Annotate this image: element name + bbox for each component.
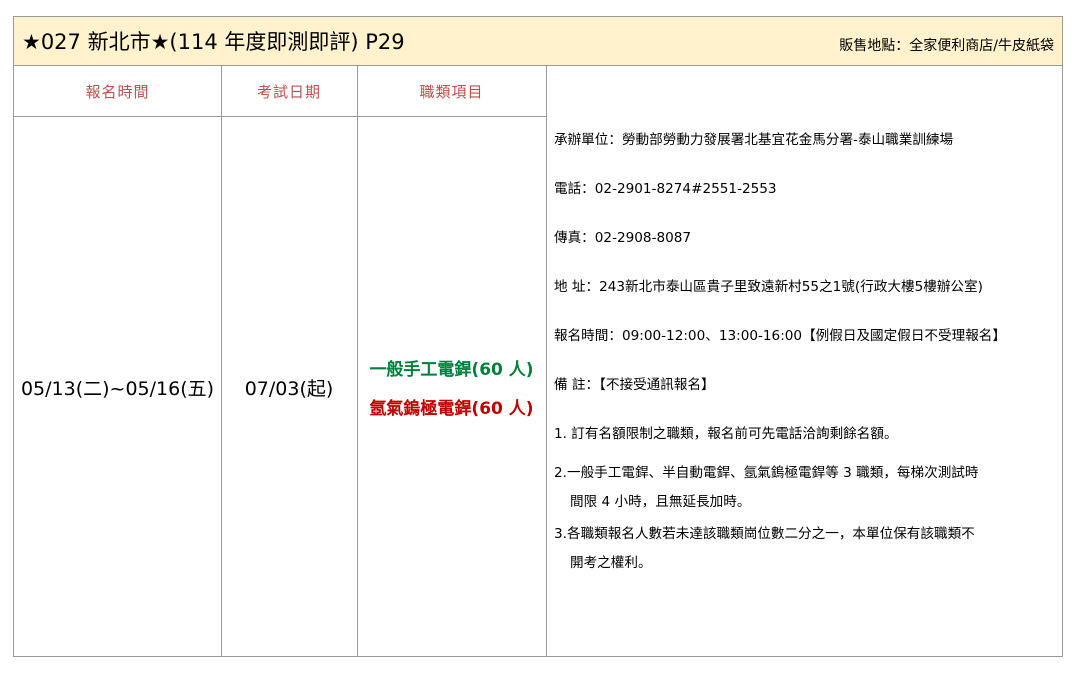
- job-items-cell: 一般手工電銲(60 人) 氬氣鎢極電銲(60 人): [357, 117, 546, 657]
- address: 地 址：243新北市泰山區貴子里致遠新村55之1號(行政大樓5樓辦公室): [554, 279, 983, 295]
- note-2-continued: 間限 4 小時，且無延長加時。: [570, 494, 751, 510]
- exam-date-cell: 07/03(起): [221, 117, 357, 657]
- register-period-cell: 05/13(二)~05/16(五): [14, 117, 221, 657]
- organizer: 承辦單位：勞動部勞動力發展署北基宜花金馬分署-泰山職業訓練場: [554, 132, 954, 148]
- job-item: 一般手工電銲(60 人): [369, 360, 534, 380]
- note-1: 1. 訂有名額限制之職類，報名前可先電話洽詢剩餘名額。: [554, 426, 898, 442]
- phone: 電話：02-2901-8274#2551-2553: [554, 181, 777, 197]
- fax: 傳真：02-2908-8087: [554, 230, 692, 246]
- column-divider: [546, 66, 547, 656]
- column-header-register-period: 報名時間: [85, 82, 150, 101]
- job-item: 氬氣鎢極電銲(60 人): [369, 399, 534, 419]
- page-title: ★027 新北市★(114 年度即測即評) P29: [22, 30, 405, 54]
- note-3: 3.各職類報名人數若未達該職類崗位數二分之一，本單位保有該職類不: [554, 526, 975, 542]
- column-header-job-items: 職類項目: [419, 82, 484, 101]
- title-bar: ★027 新北市★(114 年度即測即評) P29 販售地點：全家便利商店/牛皮…: [13, 16, 1063, 66]
- note-3-continued: 開考之權利。: [570, 555, 652, 571]
- sale-location: 販售地點：全家便利商店/牛皮紙袋: [839, 38, 1054, 54]
- column-header-exam-date: 考試日期: [256, 82, 321, 101]
- remark: 備 註：【不接受通訊報名】: [554, 377, 715, 393]
- register-time: 報名時間：09:00-12:00、13:00-16:00【例假日及國定假日不受理…: [554, 328, 1006, 344]
- register-period-value: 05/13(二)~05/16(五): [20, 377, 215, 400]
- schedule-table: 報名時間 考試日期 職類項目 05/13(二)~05/16(五) 07/03(起…: [13, 66, 1063, 657]
- exam-date-value: 07/03(起): [244, 377, 334, 400]
- exam-schedule-sheet: ★027 新北市★(114 年度即測即評) P29 販售地點：全家便利商店/牛皮…: [13, 16, 1063, 657]
- note-2: 2.一般手工電銲、半自動電銲、氬氣鎢極電銲等 3 職類，每梯次測試時: [554, 465, 979, 481]
